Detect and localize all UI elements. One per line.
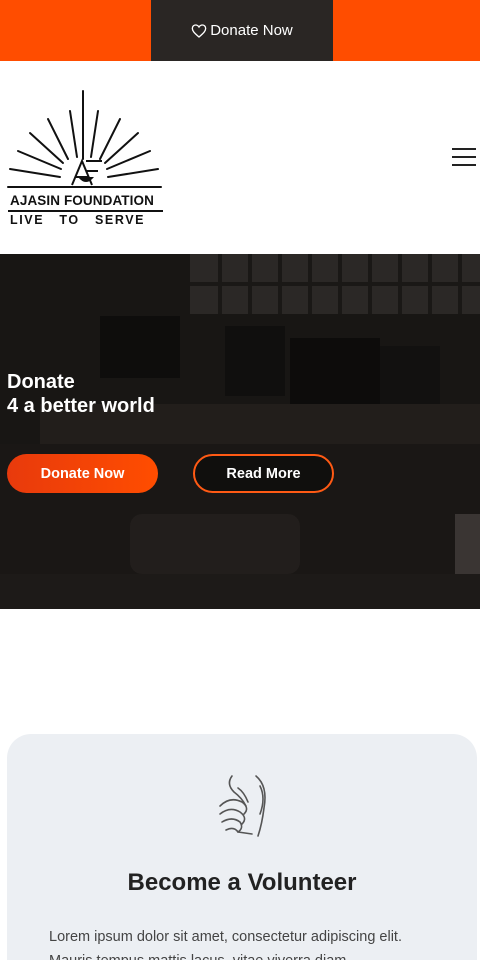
topbar-donate-label: Donate Now <box>210 22 293 39</box>
hero-title: Donate 4 a better world <box>7 370 155 418</box>
logo-sunburst-icon <box>7 90 162 188</box>
heart-icon <box>191 23 207 38</box>
site-header: AJASIN FOUNDATION LIVE TO SERVE <box>0 61 480 254</box>
volunteer-card: Become a Volunteer Lorem ipsum dolor sit… <box>7 734 477 960</box>
hero-donate-button[interactable]: Donate Now <box>7 454 158 493</box>
logo-name-text: AJASIN FOUNDATION <box>10 193 154 208</box>
hero-title-line2: 4 a better world <box>7 395 155 417</box>
hero-title-line1: Donate <box>7 371 75 393</box>
top-bar: Donate Now <box>0 0 480 61</box>
logo-tagline-text: LIVE TO SERVE <box>10 213 146 227</box>
ajasin-foundation-logo[interactable]: AJASIN FOUNDATION LIVE TO SERVE <box>6 89 166 229</box>
helping-hands-icon <box>219 775 266 837</box>
logo-divider <box>8 210 163 212</box>
hero-section: Donate 4 a better world Donate Now Read … <box>0 254 480 609</box>
hero-background-image <box>0 254 480 609</box>
hamburger-menu-icon[interactable] <box>450 145 478 169</box>
hero-read-more-button[interactable]: Read More <box>193 454 334 493</box>
volunteer-card-title: Become a Volunteer <box>127 869 357 896</box>
topbar-donate-button[interactable]: Donate Now <box>151 0 333 61</box>
volunteer-card-text: Lorem ipsum dolor sit amet, consectetur … <box>49 929 402 960</box>
